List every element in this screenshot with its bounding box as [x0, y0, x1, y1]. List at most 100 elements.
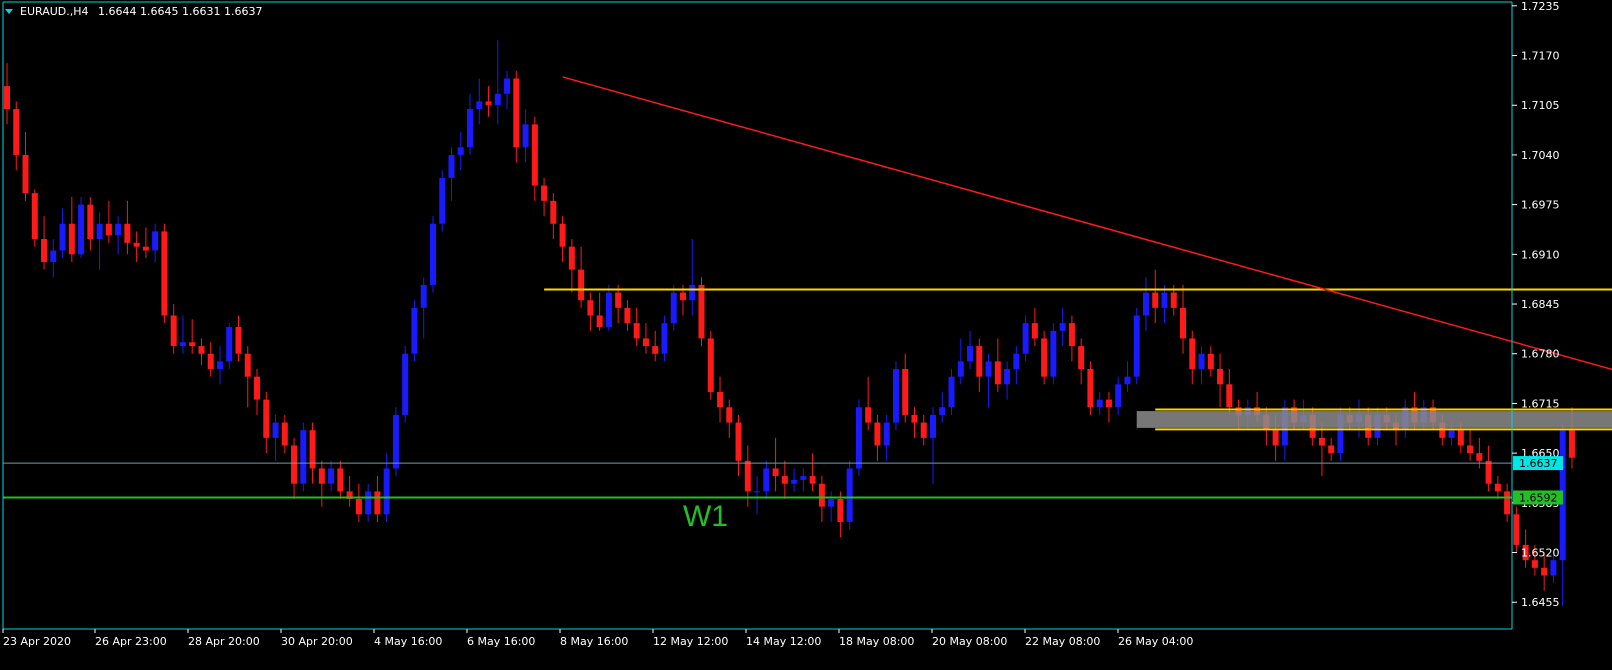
candle-body	[189, 342, 196, 347]
candle-body	[837, 499, 844, 522]
candle-body	[355, 499, 362, 515]
candle-body	[559, 223, 566, 247]
candle-body	[300, 430, 307, 484]
candle	[1050, 323, 1057, 385]
candle-body	[133, 242, 140, 247]
candle-body	[216, 361, 223, 370]
candle-body	[374, 491, 381, 515]
candle-body	[818, 483, 825, 507]
candle-body	[13, 109, 20, 155]
candle-body	[1180, 307, 1187, 339]
candle-body	[1078, 346, 1085, 370]
ohlc-open: 1.6644	[98, 5, 137, 18]
supply-zone	[1136, 411, 1612, 428]
candle-body	[911, 414, 918, 423]
candle-body	[531, 124, 538, 186]
price-tick-label: 1.6780	[1521, 348, 1560, 361]
candle-body	[1004, 369, 1011, 385]
time-tick-label: 14 May 12:00	[746, 635, 821, 648]
candle	[892, 361, 899, 431]
candle-body	[846, 468, 853, 522]
time-tick-label: 26 May 04:00	[1118, 635, 1193, 648]
candle	[855, 399, 862, 477]
ohlc-high: 1.6645	[140, 5, 179, 18]
candle-body	[855, 407, 862, 469]
candle-body	[1161, 292, 1168, 308]
candle-body	[1115, 384, 1122, 408]
candle-body	[402, 353, 409, 415]
candle-body	[698, 284, 705, 339]
candle-body	[578, 269, 585, 301]
candle-body	[624, 307, 631, 324]
candle-body	[207, 353, 214, 370]
candle	[439, 170, 446, 232]
candle-body	[254, 376, 261, 400]
candle-body	[1087, 369, 1094, 408]
candle-body	[1513, 514, 1520, 545]
candle-body	[985, 361, 992, 377]
price-chart[interactable]: W1 1.7235 1.7170 1.7105 1.7040 1.6975 1.6910 1…	[0, 0, 1612, 670]
candle-body	[1041, 338, 1048, 377]
candle-body	[1142, 292, 1149, 316]
candle-body	[1550, 560, 1557, 576]
candle-body	[874, 422, 881, 446]
candle-body	[754, 491, 761, 493]
candle-body	[411, 307, 418, 354]
candle-body	[226, 326, 233, 362]
candle-body	[865, 407, 872, 423]
candle-body	[1568, 430, 1575, 458]
candle-body	[383, 468, 390, 515]
candle-body	[161, 231, 168, 316]
candle-body	[800, 476, 807, 480]
candle-body	[1133, 315, 1140, 377]
candle-body	[1170, 292, 1177, 308]
candle-body	[791, 479, 798, 484]
chart-title: EURAUD.,H4	[20, 5, 89, 18]
candle-body	[1531, 560, 1538, 568]
candle-body	[318, 468, 325, 484]
candle-body	[809, 476, 816, 484]
ohlc-close: 1.6637	[224, 5, 263, 18]
candle-body	[735, 422, 742, 461]
candle-body	[170, 315, 177, 347]
candle	[707, 330, 714, 400]
candle-body	[1467, 445, 1474, 454]
candle	[1041, 330, 1048, 385]
candle-body	[31, 193, 38, 240]
candle-body	[124, 223, 131, 243]
candle	[846, 460, 853, 530]
time-tick-label: 30 Apr 20:00	[281, 635, 353, 648]
candle-body	[522, 124, 529, 148]
candle	[429, 216, 436, 293]
candle-body	[1096, 399, 1103, 408]
candle-body	[1068, 323, 1075, 347]
candle-body	[726, 407, 733, 423]
price-tick-label: 1.6975	[1521, 199, 1560, 212]
candle-body	[902, 369, 909, 415]
candle	[392, 407, 399, 477]
candle-body	[1457, 430, 1464, 446]
candle-body	[939, 407, 946, 415]
time-tick-label: 18 May 08:00	[839, 635, 914, 648]
candle-body	[115, 223, 122, 236]
candle-body	[1198, 353, 1205, 370]
candle	[411, 300, 418, 362]
candle-body	[448, 154, 455, 178]
candle	[1133, 307, 1140, 385]
current-price-tag: 1.6637	[1513, 456, 1563, 471]
price-tick-label: 1.7235	[1521, 0, 1560, 13]
candle-body	[1124, 376, 1131, 385]
candle-body	[365, 491, 372, 515]
time-tick-label: 20 May 08:00	[932, 635, 1007, 648]
candle	[1087, 361, 1094, 415]
price-tick-label: 1.7170	[1521, 50, 1560, 63]
zone-group	[1136, 411, 1612, 428]
price-tick-label: 1.7105	[1521, 99, 1560, 112]
wave-label: W1	[683, 500, 728, 533]
candle-body	[59, 223, 66, 251]
candle	[161, 223, 168, 324]
time-tick-label: 12 May 12:00	[653, 635, 728, 648]
price-tick-label: 1.6910	[1521, 248, 1560, 261]
candle-body	[50, 250, 57, 262]
candle-body	[457, 147, 464, 155]
